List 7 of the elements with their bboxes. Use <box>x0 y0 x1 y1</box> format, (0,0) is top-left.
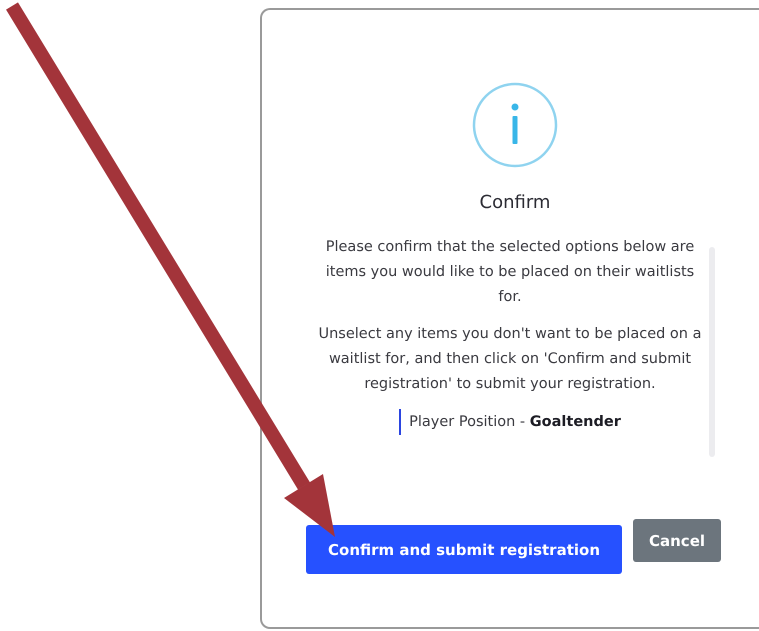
message-text: Unselect any items you don't want to be placed on a waitlist for, and then click on 'Confirm and submit registration' to submit your registration. <box>318 325 702 394</box>
info-icon <box>472 82 558 168</box>
dialog-title: Confirm <box>480 192 550 213</box>
selected-item: Player Position - Goaltender <box>399 409 621 435</box>
message-text: Please confirm that the selected options below are items you would like to be placed on their waitlists for. <box>324 238 696 307</box>
confirm-button[interactable]: Confirm and submit registration <box>306 525 622 574</box>
cancel-button[interactable]: Cancel <box>633 519 722 562</box>
